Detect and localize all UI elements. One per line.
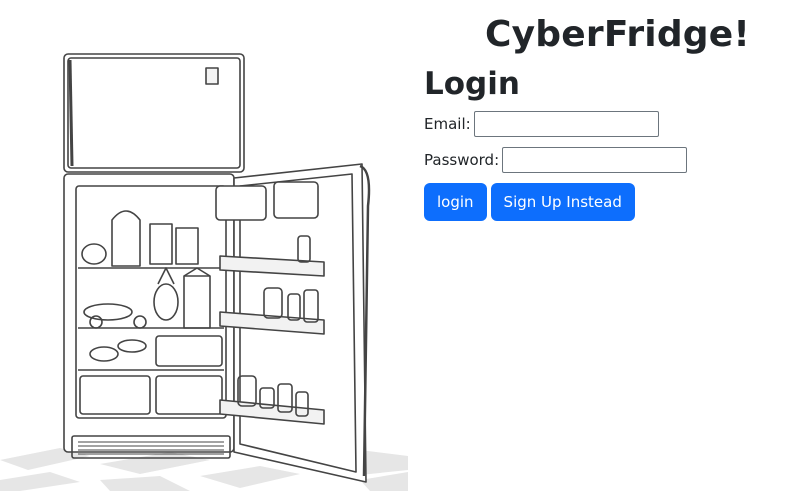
login-panel: Login Email: Password: login Sign Up Ins…: [424, 66, 764, 222]
email-row: Email:: [424, 111, 764, 138]
login-button[interactable]: login: [424, 183, 487, 222]
email-field[interactable]: [473, 111, 659, 138]
password-row: Password:: [424, 147, 764, 174]
password-label: Password:: [424, 151, 500, 170]
password-field[interactable]: [502, 147, 688, 174]
email-label: Email:: [424, 115, 471, 134]
fridge-illustration: [0, 53, 408, 491]
app-title: CyberFridge!: [485, 14, 750, 55]
button-row: login Sign Up Instead: [424, 183, 764, 222]
signup-button[interactable]: Sign Up Instead: [490, 183, 635, 222]
login-heading: Login: [424, 66, 520, 102]
